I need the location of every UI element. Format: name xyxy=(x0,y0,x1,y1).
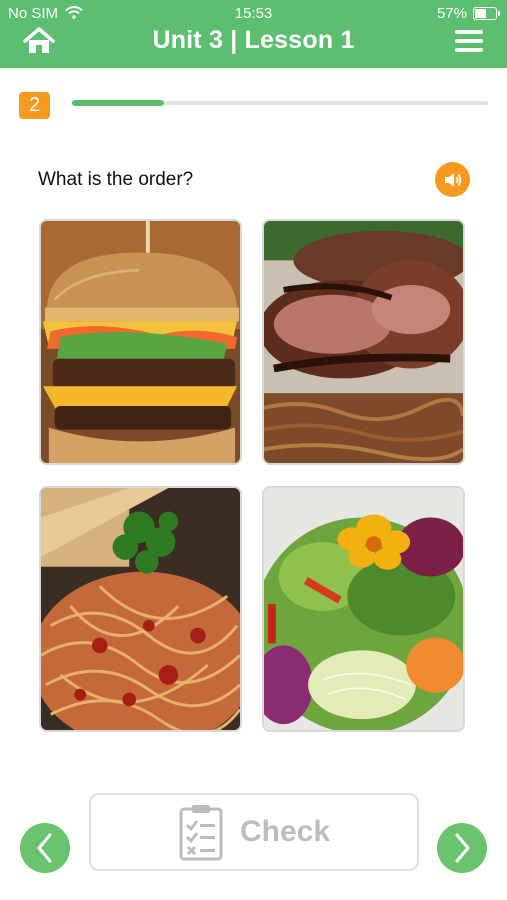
spaghetti-image xyxy=(41,488,240,730)
check-button[interactable]: Check xyxy=(89,793,419,871)
option-spaghetti[interactable] xyxy=(39,486,242,732)
salad-image xyxy=(264,488,463,730)
chevron-right-icon xyxy=(455,833,470,863)
option-grilled-meat[interactable] xyxy=(262,219,465,465)
option-salad[interactable] xyxy=(262,486,465,732)
previous-button[interactable] xyxy=(20,823,70,873)
burger-image xyxy=(41,221,240,463)
progress-bar xyxy=(72,100,488,106)
next-button[interactable] xyxy=(437,823,487,873)
chevron-left-icon xyxy=(37,833,52,863)
check-button-label: Check xyxy=(239,815,331,848)
status-time: 15:53 xyxy=(234,5,273,22)
play-audio-button[interactable] xyxy=(435,162,470,197)
hamburger-menu-icon xyxy=(455,30,483,34)
battery-icon xyxy=(473,7,500,20)
question-text: What is the order? xyxy=(38,169,194,190)
checklist-icon xyxy=(179,805,223,861)
progress-bar-fill xyxy=(72,100,164,106)
menu-button[interactable] xyxy=(455,30,483,52)
speaker-icon xyxy=(444,172,461,187)
option-burger[interactable] xyxy=(39,219,242,465)
status-battery: 57% xyxy=(437,5,500,22)
lesson-title: Unit 3 | Lesson 1 xyxy=(152,26,355,54)
step-number-badge: 2 xyxy=(19,92,50,119)
grilled-meat-image xyxy=(264,221,463,463)
app-header: No SIM 15:53 57% Unit 3 | Lesson 1 xyxy=(0,0,507,68)
